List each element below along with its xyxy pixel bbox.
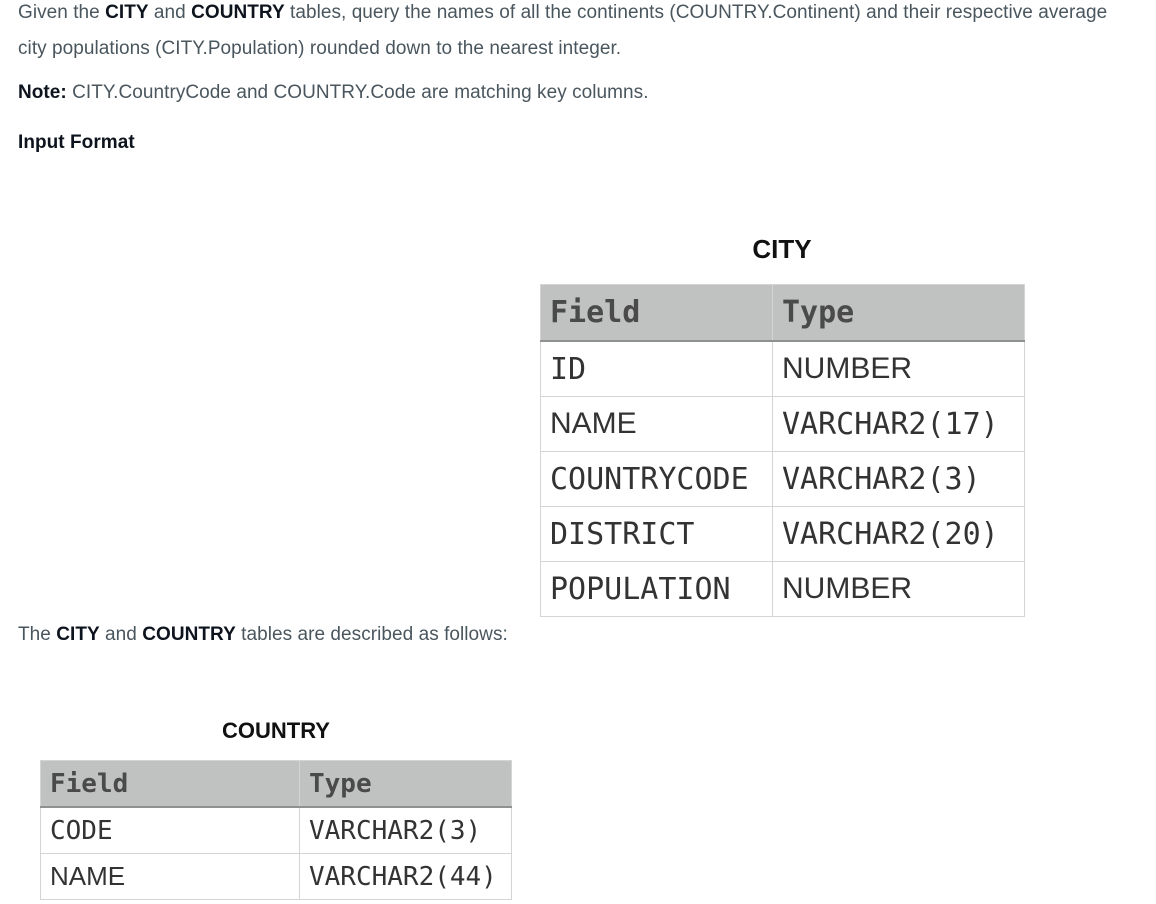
field-cell: DISTRICT: [540, 506, 773, 562]
problem-statement-line-1: Given the CITY and COUNTRY tables, query…: [18, 2, 1107, 24]
statement-text: tables, query the names of all the conti…: [284, 2, 1108, 23]
city-table-caption: CITY: [752, 234, 812, 264]
field-cell: NAME: [540, 396, 773, 452]
type-cell: VARCHAR2(3): [299, 806, 512, 854]
tables-description-paragraph: The CITY and COUNTRY tables are describe…: [18, 624, 508, 646]
country-keyword: COUNTRY: [191, 2, 285, 23]
type-cell: NUMBER: [772, 340, 1025, 397]
input-format-heading: Input Format: [18, 132, 135, 153]
table-row: NAME VARCHAR2(44): [40, 853, 512, 900]
table-header-row: Field Type: [40, 760, 512, 808]
type-cell: VARCHAR2(20): [772, 506, 1025, 562]
field-column-header: Field: [40, 760, 300, 808]
field-cell: CODE: [40, 806, 300, 854]
field-cell: ID: [540, 340, 773, 397]
table-row: ID NUMBER: [540, 340, 1025, 397]
field-cell: POPULATION: [540, 561, 773, 617]
field-cell: COUNTRYCODE: [540, 451, 773, 507]
type-cell: VARCHAR2(17): [772, 396, 1025, 452]
type-column-header: Type: [772, 284, 1025, 342]
problem-statement-line-2: city populations (CITY.Population) round…: [18, 38, 622, 59]
table-row: COUNTRYCODE VARCHAR2(3): [540, 451, 1025, 507]
country-schema-table: Field Type CODE VARCHAR2(3) NAME VARCHAR…: [40, 760, 512, 900]
type-cell: VARCHAR2(44): [299, 853, 512, 900]
field-cell: NAME: [40, 853, 300, 900]
city-schema-table: Field Type ID NUMBER NAME VARCHAR2(17) C…: [540, 284, 1025, 617]
field-column-header: Field: [540, 284, 773, 342]
statement-text: Given the: [18, 2, 106, 23]
table-row: POPULATION NUMBER: [540, 561, 1025, 617]
note-label: Note:: [18, 82, 67, 103]
statement-text: and: [148, 2, 192, 23]
city-keyword: CITY: [56, 624, 100, 645]
country-keyword: COUNTRY: [142, 624, 236, 645]
description-text: and: [99, 624, 143, 645]
table-row: NAME VARCHAR2(17): [540, 396, 1025, 452]
table-row: DISTRICT VARCHAR2(20): [540, 506, 1025, 562]
table-row: CODE VARCHAR2(3): [40, 806, 512, 854]
city-keyword: CITY: [105, 2, 149, 23]
type-cell: VARCHAR2(3): [772, 451, 1025, 507]
type-column-header: Type: [299, 760, 512, 808]
country-table-caption: COUNTRY: [222, 718, 330, 743]
type-cell: NUMBER: [772, 561, 1025, 617]
description-text: The: [18, 624, 57, 645]
note-paragraph: Note: CITY.CountryCode and COUNTRY.Code …: [18, 82, 649, 104]
note-text: CITY.CountryCode and COUNTRY.Code are ma…: [66, 82, 649, 103]
table-header-row: Field Type: [540, 284, 1025, 342]
description-text: tables are described as follows:: [235, 624, 508, 645]
